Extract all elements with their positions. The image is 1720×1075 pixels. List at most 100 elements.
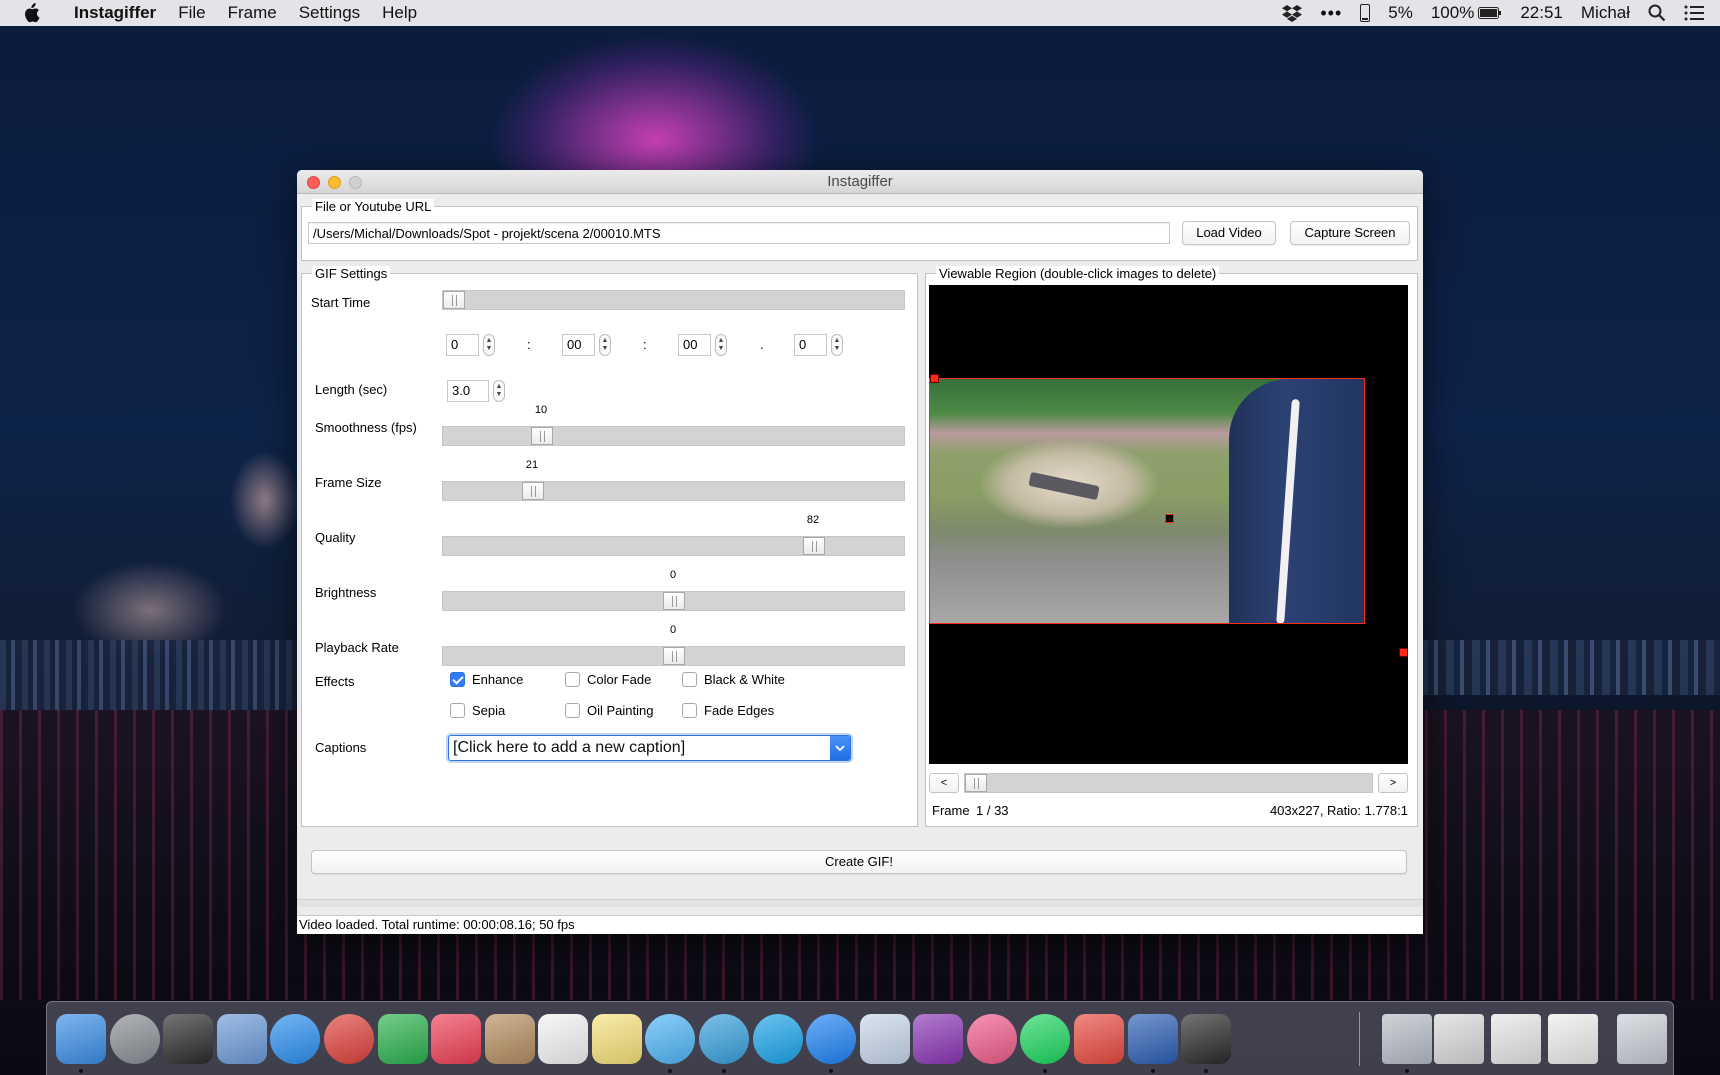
onenote-icon[interactable] xyxy=(913,1014,963,1064)
spotify-icon[interactable] xyxy=(1020,1014,1070,1064)
spotlight-search-icon[interactable] xyxy=(1648,4,1666,22)
dock-running-indicator xyxy=(79,1069,83,1073)
notes-icon[interactable] xyxy=(592,1014,642,1064)
effect-enhance[interactable]: Enhance xyxy=(450,672,523,687)
downloads-folder-icon[interactable] xyxy=(1382,1014,1432,1064)
start-time-slider[interactable] xyxy=(442,290,905,310)
start-minutes-stepper[interactable]: ▲ ▼ xyxy=(599,334,611,356)
menu-settings[interactable]: Settings xyxy=(299,3,360,23)
clock[interactable]: 22:51 xyxy=(1520,3,1563,23)
effect-sepia-checkbox[interactable] xyxy=(450,703,465,718)
length-label: Length (sec) xyxy=(315,382,388,397)
settings-slider-thumb[interactable] xyxy=(663,647,685,665)
feedly-icon[interactable] xyxy=(378,1014,428,1064)
effect-fade-edges[interactable]: Fade Edges xyxy=(682,703,774,718)
crop-handle-center[interactable] xyxy=(1165,514,1174,523)
effect-oil-painting-checkbox[interactable] xyxy=(565,703,580,718)
preview-icon[interactable] xyxy=(860,1014,910,1064)
safari-icon[interactable] xyxy=(270,1014,320,1064)
captions-dropdown[interactable]: [Click here to add a new caption] xyxy=(448,735,851,761)
document-stack-icon[interactable] xyxy=(1491,1014,1541,1064)
effect-color-fade-checkbox[interactable] xyxy=(565,672,580,687)
menu-help[interactable]: Help xyxy=(382,3,417,23)
window-zoom-button[interactable] xyxy=(349,176,362,189)
effect-black-white-checkbox[interactable] xyxy=(682,672,697,687)
frame-slider[interactable] xyxy=(964,773,1373,793)
load-video-button[interactable]: Load Video xyxy=(1182,221,1276,245)
settings-slider[interactable] xyxy=(442,646,905,666)
start-tenths-field[interactable]: 0 xyxy=(794,334,827,356)
finder-icon[interactable] xyxy=(56,1014,106,1064)
window-minimize-button[interactable] xyxy=(328,176,341,189)
launchpad-icon[interactable] xyxy=(110,1014,160,1064)
start-time-slider-thumb[interactable] xyxy=(443,291,465,309)
contacts-icon[interactable] xyxy=(485,1014,535,1064)
settings-slider-thumb[interactable] xyxy=(803,537,825,555)
trash-icon[interactable] xyxy=(1617,1014,1667,1064)
settings-slider[interactable] xyxy=(442,426,905,446)
window-close-button[interactable] xyxy=(307,176,320,189)
telegram-icon[interactable] xyxy=(699,1014,749,1064)
effect-color-fade[interactable]: Color Fade xyxy=(565,672,651,687)
frame-preview[interactable] xyxy=(929,285,1408,764)
menu-app-name[interactable]: Instagiffer xyxy=(74,3,156,23)
apple-logo-icon[interactable] xyxy=(22,2,48,24)
effect-black-white[interactable]: Black & White xyxy=(682,672,785,687)
settings-slider-thumb[interactable] xyxy=(663,592,685,610)
start-hours-field[interactable]: 0 xyxy=(446,334,479,356)
document-stack-icon[interactable] xyxy=(1548,1014,1598,1064)
length-stepper[interactable]: ▲ ▼ xyxy=(493,380,505,402)
mail-icon[interactable] xyxy=(217,1014,267,1064)
battery-status[interactable]: 100% xyxy=(1431,3,1502,23)
create-gif-button[interactable]: Create GIF! xyxy=(311,850,1407,874)
start-seconds-field[interactable]: 00 xyxy=(678,334,711,356)
effect-oil-painting[interactable]: Oil Painting xyxy=(565,703,653,718)
calendar-icon[interactable] xyxy=(538,1014,588,1064)
settings-slider[interactable] xyxy=(442,591,905,611)
next-frame-button[interactable]: > xyxy=(1378,773,1408,793)
itunes-icon[interactable] xyxy=(967,1014,1017,1064)
crop-handle-bottom-right[interactable] xyxy=(1399,648,1408,657)
cpu-percent[interactable]: 5% xyxy=(1388,3,1413,23)
pocket-icon[interactable] xyxy=(431,1014,481,1064)
menu-file[interactable]: File xyxy=(178,3,205,23)
file-path-input[interactable] xyxy=(308,222,1170,244)
phone-icon[interactable] xyxy=(1360,4,1371,22)
length-field[interactable]: 3.0 xyxy=(447,380,489,402)
settings-slider-thumb[interactable] xyxy=(522,482,544,500)
dock-running-indicator xyxy=(1204,1069,1208,1073)
menu-frame[interactable]: Frame xyxy=(228,3,277,23)
user-name[interactable]: Michał xyxy=(1581,3,1630,23)
capture-screen-button[interactable]: Capture Screen xyxy=(1290,221,1410,245)
instapaper-icon[interactable] xyxy=(1181,1014,1231,1064)
photo-booth-icon[interactable] xyxy=(163,1014,213,1064)
effect-enhance-checkbox[interactable] xyxy=(450,672,465,687)
word-icon[interactable] xyxy=(1128,1014,1178,1064)
frame-slider-thumb[interactable] xyxy=(965,774,987,792)
crop-selection-box[interactable] xyxy=(929,378,1365,624)
effect-black-white-label: Black & White xyxy=(704,672,785,687)
effect-fade-edges-checkbox[interactable] xyxy=(682,703,697,718)
crop-handle-top-left[interactable] xyxy=(930,374,939,383)
chevron-down-icon[interactable] xyxy=(830,736,850,760)
messages-icon[interactable] xyxy=(645,1014,695,1064)
effect-sepia[interactable]: Sepia xyxy=(450,703,505,718)
start-tenths-stepper[interactable]: ▲ ▼ xyxy=(831,334,843,356)
dropbox-icon[interactable] xyxy=(1282,4,1303,22)
settings-slider-thumb[interactable] xyxy=(531,427,553,445)
transmit-icon[interactable] xyxy=(1074,1014,1124,1064)
settings-slider[interactable] xyxy=(442,536,905,556)
chrome-icon[interactable] xyxy=(324,1014,374,1064)
prev-frame-button[interactable]: < xyxy=(929,773,959,793)
start-seconds-stepper[interactable]: ▲ ▼ xyxy=(715,334,727,356)
slider-value: 82 xyxy=(806,514,820,526)
document-stack-icon[interactable] xyxy=(1434,1014,1484,1064)
more-dots-icon[interactable]: ••• xyxy=(1320,3,1342,24)
skype-icon[interactable] xyxy=(753,1014,803,1064)
settings-slider[interactable] xyxy=(442,481,905,501)
messenger-icon[interactable] xyxy=(806,1014,856,1064)
start-minutes-field[interactable]: 00 xyxy=(562,334,595,356)
window-titlebar[interactable]: Instagiffer xyxy=(297,170,1423,194)
start-hours-stepper[interactable]: ▲ ▼ xyxy=(483,334,495,356)
notification-center-icon[interactable] xyxy=(1684,5,1704,21)
